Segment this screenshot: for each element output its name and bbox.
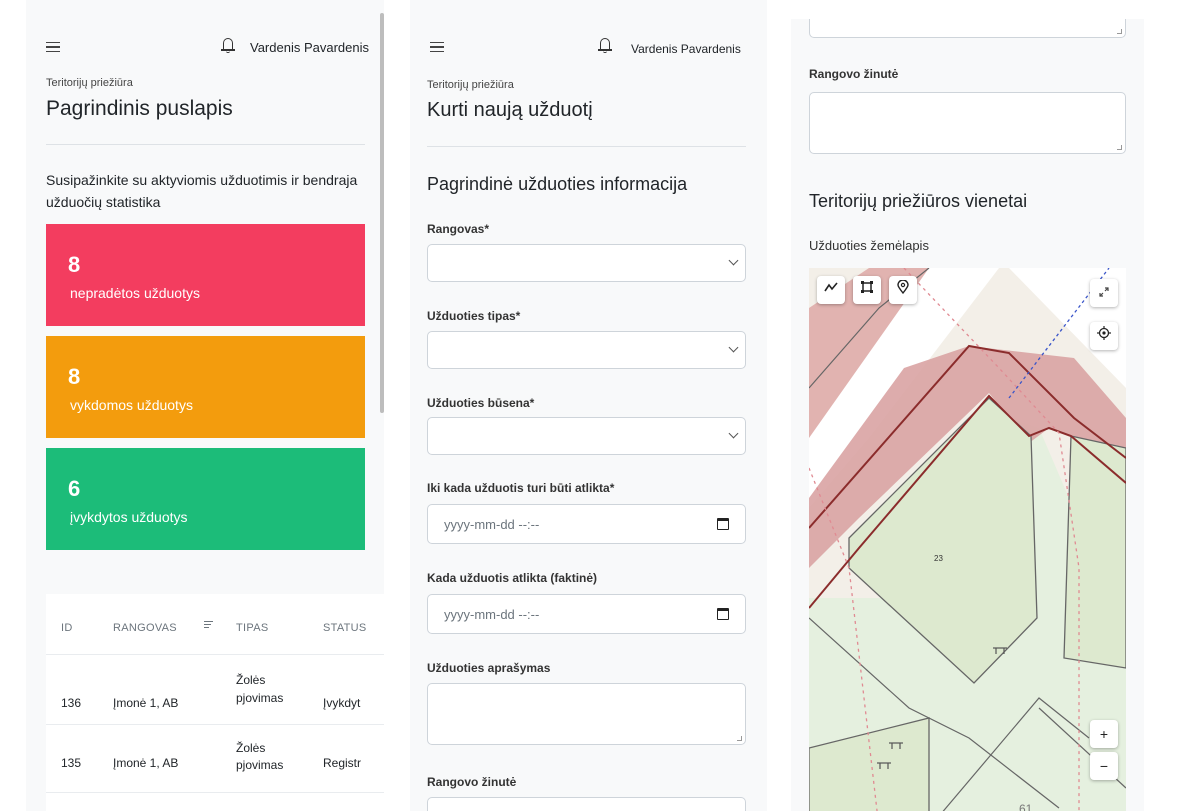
due-date-label: Iki kada užduotis turi būti atlikta* xyxy=(427,481,615,495)
date-placeholder: yyyy-mm-dd --:-- xyxy=(444,517,540,532)
draw-polygon-button[interactable] xyxy=(853,276,881,304)
sort-icon[interactable] xyxy=(204,620,216,630)
user-name[interactable]: Vardenis Pavardenis xyxy=(250,40,369,55)
task-map[interactable]: 23 61 + − xyxy=(809,268,1126,811)
bell-icon[interactable] xyxy=(598,38,612,53)
parcel-number: 23 xyxy=(934,554,943,563)
zoom-in-button[interactable]: + xyxy=(1090,720,1118,748)
task-status-label: Užduoties būsena* xyxy=(427,396,535,410)
calendar-icon[interactable] xyxy=(717,518,729,530)
parcel-number: 61 xyxy=(1019,802,1033,811)
page-title: Kurti naują užduotį xyxy=(427,99,593,121)
breadcrumb[interactable]: Teritorijų priežiūra xyxy=(427,79,514,91)
tasks-table: ID RANGOVAS TIPAS STATUS 136 Įmonė 1, AB… xyxy=(46,594,384,811)
cell-id: 136 xyxy=(61,696,82,710)
row-divider xyxy=(46,792,384,793)
cell-status: Registr xyxy=(323,756,362,770)
draw-polygon-icon xyxy=(861,281,873,293)
map-pin-icon xyxy=(897,279,909,295)
contractor-message-label: Rangovo žinutė xyxy=(427,775,517,789)
contractor-label: Rangovas* xyxy=(427,222,490,236)
column-header-contractor[interactable]: RANGOVAS xyxy=(113,622,177,634)
contractor-message-textarea[interactable] xyxy=(427,797,746,811)
map-canvas[interactable] xyxy=(809,268,1126,811)
locate-icon xyxy=(1097,326,1111,340)
cell-contractor: Įmonė 1, AB xyxy=(113,696,179,710)
draw-line-button[interactable] xyxy=(817,276,845,304)
chevron-down-icon xyxy=(728,342,739,353)
breadcrumb[interactable]: Teritorijų priežiūra xyxy=(46,77,133,89)
hamburger-icon[interactable] xyxy=(430,42,444,52)
create-task-scrolled-panel: Rangovo žinutė Teritorijų priežiūros vie… xyxy=(791,19,1144,811)
hamburger-icon[interactable] xyxy=(46,42,60,52)
fullscreen-button[interactable] xyxy=(1090,279,1118,307)
stat-count: 8 xyxy=(68,252,81,277)
column-header-id[interactable]: ID xyxy=(61,622,73,634)
dashboard-panel: Vardenis Pavardenis Teritorijų priežiūra… xyxy=(26,0,384,811)
cell-type-line1: Žolės xyxy=(236,741,266,755)
contractor-message-label: Rangovo žinutė xyxy=(809,67,899,81)
stat-card-in-progress[interactable]: 8 vykdomos užduotys xyxy=(46,336,365,438)
description-textarea[interactable] xyxy=(427,683,746,745)
done-date-label: Kada užduotis atlikta (faktinė) xyxy=(427,571,598,585)
resize-grip[interactable] xyxy=(1117,145,1122,150)
fullscreen-icon xyxy=(1099,287,1109,297)
stat-label: nepradėtos užduotys xyxy=(70,285,200,301)
column-header-status[interactable]: STATUS xyxy=(323,622,367,634)
description-textarea[interactable] xyxy=(809,19,1126,38)
row-divider xyxy=(46,724,384,725)
page-title: Pagrindinis puslapis xyxy=(46,97,233,120)
calendar-icon[interactable] xyxy=(717,608,729,620)
zoom-out-button[interactable]: − xyxy=(1090,752,1118,780)
section-title: Pagrindinė užduoties informacija xyxy=(427,174,688,194)
cell-type-line2: pjovimas xyxy=(236,691,284,705)
row-divider xyxy=(46,654,384,655)
locate-button[interactable] xyxy=(1090,322,1118,350)
task-type-select[interactable] xyxy=(427,331,746,369)
stat-label: vykdomos užduotys xyxy=(70,397,193,413)
chevron-down-icon xyxy=(728,255,739,266)
column-header-type[interactable]: TIPAS xyxy=(236,622,268,634)
create-task-panel: Vardenis Pavardenis Teritorijų priežiūra… xyxy=(410,0,767,811)
intro-text: Susipažinkite su aktyviomis užduotimis i… xyxy=(46,172,358,210)
resize-grip[interactable] xyxy=(737,736,742,741)
contractor-select[interactable] xyxy=(427,244,746,282)
divider xyxy=(46,144,365,145)
divider xyxy=(427,146,746,147)
stat-count: 8 xyxy=(68,364,81,389)
units-section-title: Teritorijų priežiūros vienetai xyxy=(809,191,1028,211)
draw-point-button[interactable] xyxy=(889,276,917,304)
stat-count: 6 xyxy=(68,476,81,501)
description-label: Užduoties aprašymas xyxy=(427,661,551,675)
date-placeholder: yyyy-mm-dd --:-- xyxy=(444,607,540,622)
cell-contractor: Įmonė 1, AB xyxy=(113,756,179,770)
bell-icon[interactable] xyxy=(221,38,235,53)
cell-id: 135 xyxy=(61,756,82,770)
stat-card-not-started[interactable]: 8 nepradėtos užduotys xyxy=(46,224,365,326)
user-name[interactable]: Vardenis Pavardenis xyxy=(631,42,741,56)
stat-card-completed[interactable]: 6 įvykdytos užduotys xyxy=(46,448,365,550)
done-date-input[interactable]: yyyy-mm-dd --:-- xyxy=(427,594,746,634)
draw-line-icon xyxy=(824,282,838,292)
task-type-label: Užduoties tipas* xyxy=(427,309,521,323)
stat-label: įvykdytos užduotys xyxy=(70,509,188,525)
cell-status: Įvykdyt xyxy=(323,696,361,710)
contractor-message-textarea[interactable] xyxy=(809,92,1126,154)
resize-grip[interactable] xyxy=(1117,29,1122,34)
map-label: Užduoties žemėlapis xyxy=(809,238,929,253)
cell-type-line2: pjovimas xyxy=(236,758,284,772)
cell-type-line1: Žolės xyxy=(236,673,266,687)
scrollbar[interactable] xyxy=(380,13,384,413)
chevron-down-icon xyxy=(728,428,739,439)
due-date-input[interactable]: yyyy-mm-dd --:-- xyxy=(427,504,746,544)
task-status-select[interactable] xyxy=(427,417,746,455)
